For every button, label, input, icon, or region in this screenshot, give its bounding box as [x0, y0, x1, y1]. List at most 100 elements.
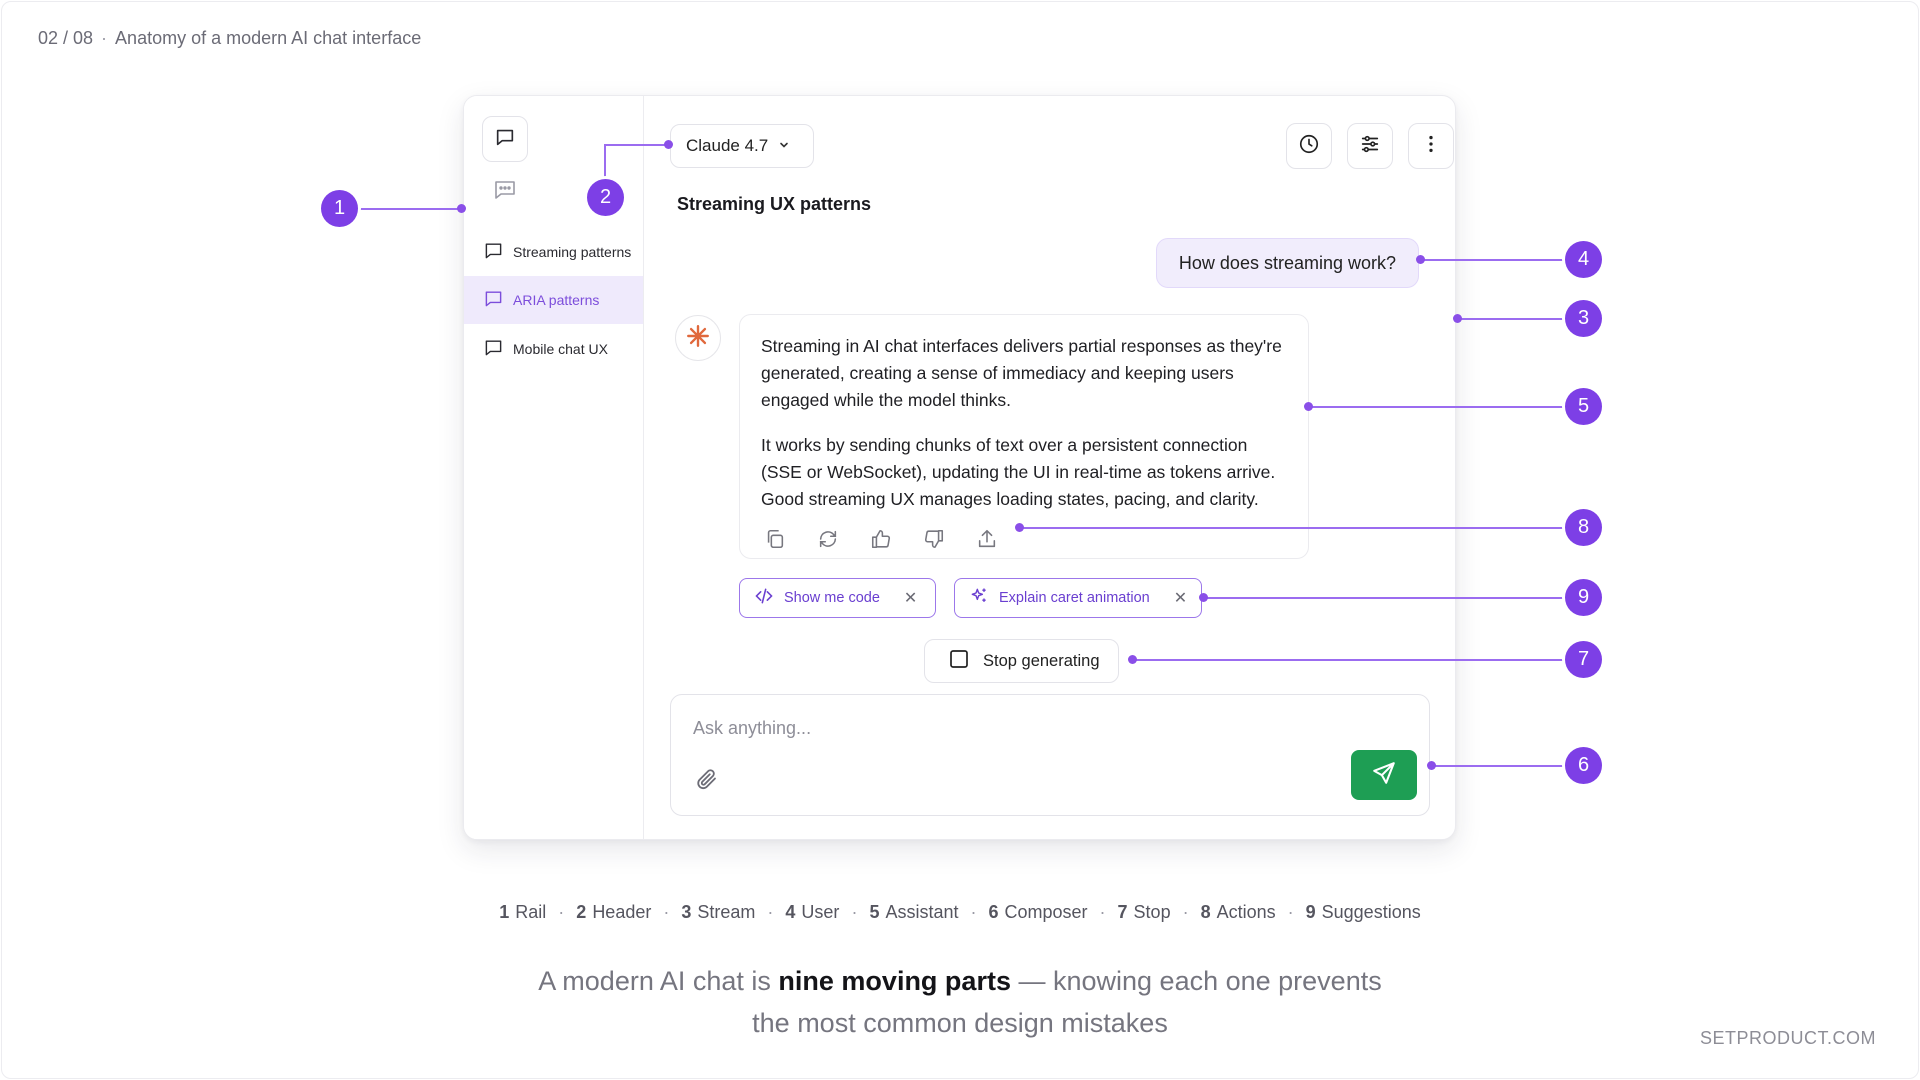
sparkle-burst-icon	[685, 323, 711, 354]
footer-brand: SETPRODUCT.COM	[1699, 1028, 1876, 1048]
rail-item-label: Streaming patterns	[513, 244, 632, 260]
legend-separator: ·	[1182, 902, 1189, 922]
message-input[interactable]	[693, 713, 1293, 743]
suggestion-chip-label: Explain caret animation	[999, 590, 1150, 606]
legend-separator: ·	[1099, 902, 1106, 922]
settings-button[interactable]	[1347, 123, 1393, 169]
caption-line-1: A modern AI chat is nine moving parts — …	[538, 966, 1382, 996]
legend-item: 6 Composer	[988, 902, 1088, 922]
chat-title: Streaming UX patterns	[677, 194, 872, 214]
slide-counter: 02 / 08	[38, 28, 94, 48]
callout-badge-8: 8	[1565, 509, 1602, 546]
callout-leader-2-vertical	[604, 144, 606, 184]
legend-separator: ·	[767, 902, 774, 922]
stop-label: Stop generating	[983, 651, 1100, 670]
share-icon[interactable]	[972, 524, 1002, 554]
copy-icon[interactable]	[760, 524, 790, 554]
callout-leader-1	[355, 208, 463, 210]
close-icon[interactable]: ✕	[904, 588, 917, 608]
more-button[interactable]	[1408, 123, 1454, 169]
legend-separator: ·	[558, 902, 565, 922]
rail-item-aria-patterns[interactable]: ARIA patterns	[464, 276, 643, 324]
callout-leader-2	[604, 144, 668, 146]
message-icon	[484, 338, 503, 360]
callout-badge-3: 3	[1565, 300, 1602, 337]
send-icon	[1371, 760, 1397, 791]
callout-badge-7: 7	[1565, 641, 1602, 678]
message-icon	[484, 241, 503, 263]
callout-badge-9: 9	[1565, 579, 1602, 616]
callout-leader-5	[1308, 406, 1581, 408]
caption-emphasis: nine moving parts	[778, 966, 1011, 996]
legend-separator: ·	[663, 902, 670, 922]
assistant-avatar	[675, 315, 721, 361]
clock-icon	[1298, 133, 1320, 160]
suggestion-chip-label: Show me code	[784, 590, 880, 606]
thumbs-up-icon[interactable]	[866, 524, 896, 554]
callout-leader-9	[1203, 597, 1581, 599]
slide-label: 02 / 08 · Anatomy of a modern AI chat in…	[38, 28, 421, 49]
legend-item: 9 Suggestions	[1305, 902, 1421, 922]
sparkle-icon	[969, 586, 989, 610]
legend-item: 5 Assistant	[869, 902, 959, 922]
rail-item-streaming-patterns[interactable]: Streaming patterns	[464, 228, 643, 276]
callout-badge-5: 5	[1565, 388, 1602, 425]
stop-square-icon	[949, 649, 969, 674]
regenerate-icon[interactable]	[813, 524, 843, 554]
callout-leader-6	[1431, 765, 1581, 767]
paperclip-icon[interactable]	[693, 765, 721, 793]
history-button[interactable]	[1286, 123, 1332, 169]
callout-badge-6: 6	[1565, 747, 1602, 784]
callout-dot-3	[1453, 314, 1462, 323]
assistant-paragraph: It works by sending chunks of text over …	[761, 435, 1276, 509]
callout-dot-8	[1015, 523, 1024, 532]
chat-dots-icon	[493, 178, 517, 207]
message-actions	[760, 524, 1002, 554]
slide-title: Anatomy of a modern AI chat interface	[115, 28, 422, 48]
user-message: How does streaming work?	[1155, 238, 1419, 288]
composer	[670, 694, 1430, 816]
stop-generating-button[interactable]: Stop generating	[924, 639, 1119, 683]
thumbs-down-icon[interactable]	[919, 524, 949, 554]
model-selector[interactable]: Claude 4.7	[670, 124, 814, 168]
legend-separator: ·	[851, 902, 858, 922]
message-icon	[484, 289, 503, 311]
callout-badge-2: 2	[587, 179, 624, 216]
legend-item: 7 Stop	[1117, 902, 1171, 922]
callout-dot-9	[1199, 593, 1208, 602]
suggestion-chip-show-code[interactable]: Show me code ✕	[739, 578, 936, 618]
model-label: Claude 4.7	[686, 136, 769, 155]
legend-item: 8 Actions	[1200, 902, 1276, 922]
rail-item-mobile-chat-ux[interactable]: Mobile chat UX	[464, 325, 643, 373]
code-icon	[754, 586, 774, 610]
callout-badge-1: 1	[321, 190, 358, 227]
callout-badge-4: 4	[1565, 241, 1602, 278]
legend: 1 Rail · 2 Header · 3 Stream · 4 User · 5 Ass…	[0, 902, 1920, 923]
legend-separator: ·	[1287, 902, 1294, 922]
chats-button[interactable]	[482, 169, 528, 215]
callout-dot-1	[457, 204, 466, 213]
caption: A modern AI chat is nine moving parts — …	[0, 960, 1920, 1044]
user-message-text: How does streaming work?	[1178, 252, 1396, 273]
sliders-icon	[1359, 133, 1381, 160]
callout-dot-5	[1304, 402, 1313, 411]
send-button[interactable]	[1351, 750, 1417, 800]
callout-dot-7	[1128, 655, 1137, 664]
assistant-message: Streaming in AI chat interfaces delivers…	[739, 314, 1309, 559]
legend-separator: ·	[970, 902, 977, 922]
legend-item: 2 Header	[576, 902, 652, 922]
callout-leader-4	[1420, 259, 1581, 261]
suggestion-chip-explain-caret[interactable]: Explain caret animation ✕	[954, 578, 1202, 618]
close-icon[interactable]: ✕	[1174, 588, 1187, 608]
chat-main: Claude 4.7 Streaming UX patterns How doe…	[644, 96, 1455, 839]
callout-leader-7	[1132, 659, 1581, 661]
more-vertical-icon	[1420, 133, 1442, 160]
callout-leader-3	[1457, 318, 1581, 320]
chevron-down-icon	[778, 136, 790, 156]
legend-item: 3 Stream	[681, 902, 756, 922]
new-chat-button[interactable]	[482, 116, 528, 162]
assistant-paragraph: Streaming in AI chat interfaces delivers…	[761, 336, 1282, 410]
legend-item: 1 Rail	[499, 902, 547, 922]
rail-item-label: ARIA patterns	[513, 292, 600, 308]
caption-line-2: the most common design mistakes	[752, 1008, 1168, 1038]
